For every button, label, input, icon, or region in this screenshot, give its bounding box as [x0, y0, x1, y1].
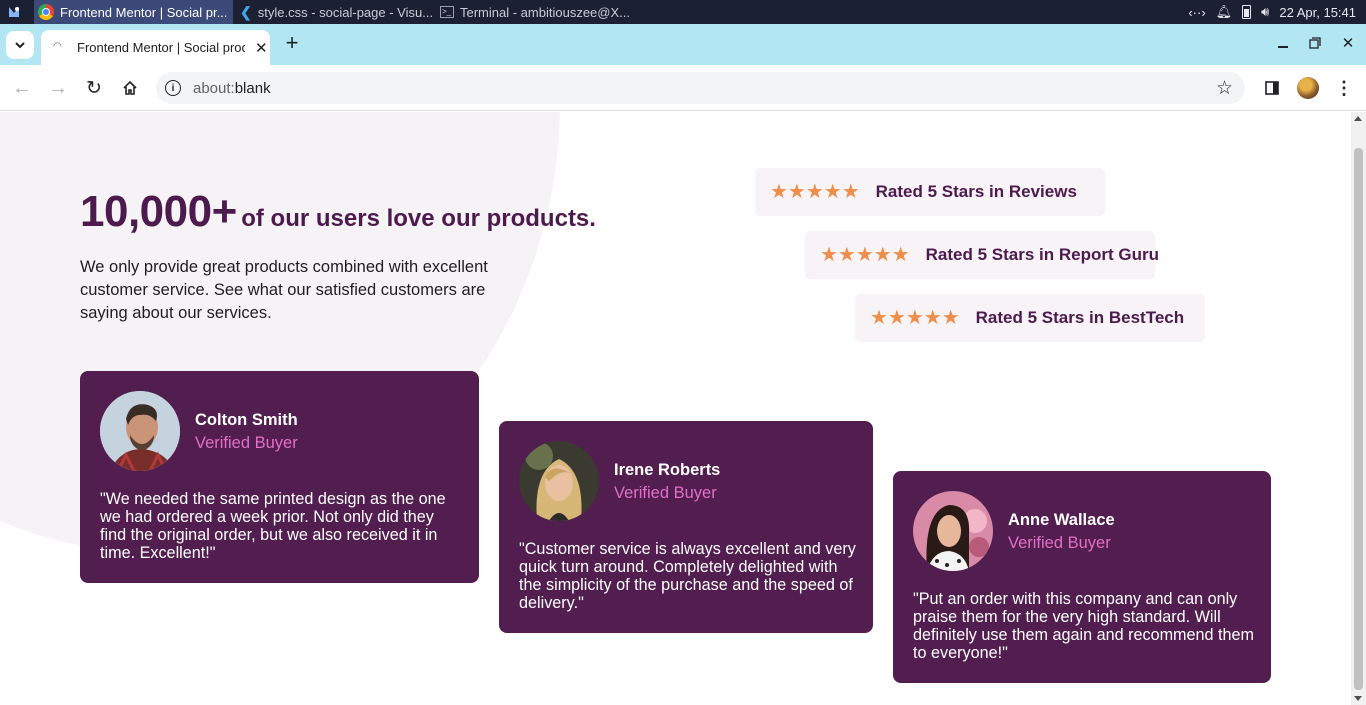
site-info-icon[interactable]: i: [165, 80, 181, 96]
rating-report-guru: ★★★★★ Rated 5 Stars in Report Guru: [805, 231, 1159, 279]
five-stars-icon: ★★★★★: [820, 244, 910, 266]
browser-tab[interactable]: ◠ Frontend Mentor | Social proo ✕: [41, 30, 270, 65]
side-panel-icon[interactable]: [1262, 78, 1282, 98]
new-tab-icon[interactable]: +: [280, 30, 304, 55]
page-title: 10,000+ of our users love our products.: [80, 187, 596, 237]
minimize-icon[interactable]: [1272, 32, 1294, 54]
reload-icon[interactable]: ↻: [82, 76, 106, 100]
scroll-up-arrow-icon[interactable]: [1354, 116, 1362, 121]
page-scrollbar[interactable]: [1351, 112, 1366, 705]
reviewer-name: Irene Roberts: [614, 461, 721, 479]
reviewer-name: Anne Wallace: [1008, 511, 1115, 529]
os-taskbar: Frontend Mentor | Social pr... ❮ style.c…: [0, 0, 1366, 24]
reviewer-name: Colton Smith: [195, 411, 298, 429]
scroll-down-arrow-icon[interactable]: [1354, 696, 1362, 701]
volume-icon[interactable]: 🔊︎: [1261, 4, 1269, 20]
verified-badge: Verified Buyer: [195, 434, 298, 452]
headline-number: 10,000+: [80, 187, 237, 236]
battery-icon[interactable]: [1242, 5, 1252, 19]
taskbar-window-label: style.css - social-page - Visu...: [257, 4, 434, 20]
rating-label: Rated 5 Stars in Reviews: [875, 182, 1077, 201]
menu-kebab-icon[interactable]: ⋮: [1334, 76, 1354, 100]
page-viewport: 10,000+ of our users love our products. …: [0, 112, 1351, 705]
network-icon[interactable]: ‹··›: [1188, 5, 1205, 20]
back-icon[interactable]: ←: [10, 76, 34, 100]
five-stars-icon: ★★★★★: [770, 181, 860, 203]
browser-toolbar: ← → ↻ i about:blank ☆ ⋮: [0, 65, 1366, 111]
notification-bell-icon[interactable]: 🔔︎: [1216, 4, 1233, 20]
testimonial-card-colton: Colton Smith Verified Buyer "We needed t…: [80, 371, 479, 583]
rating-reviews: ★★★★★ Rated 5 Stars in Reviews: [755, 168, 1105, 216]
testimonial-quote: "Put an order with this company and can …: [913, 590, 1255, 662]
testimonial-quote: "Customer service is always excellent an…: [519, 540, 856, 612]
forward-icon[interactable]: →: [46, 76, 70, 100]
avatar: [519, 441, 599, 521]
rating-besttech: ★★★★★ Rated 5 Stars in BestTech: [855, 294, 1205, 342]
app-menu-icon[interactable]: [6, 0, 26, 24]
tab-title: Frontend Mentor | Social proo: [77, 40, 245, 55]
home-icon[interactable]: [118, 76, 142, 100]
rating-label: Rated 5 Stars in BestTech: [975, 308, 1185, 327]
five-stars-icon: ★★★★★: [870, 307, 960, 329]
system-tray: ‹··› 🔔︎ 🔊︎ 22 Apr, 15:41: [1188, 0, 1366, 24]
taskbar-window-label: Frontend Mentor | Social pr...: [60, 4, 228, 20]
restore-icon[interactable]: [1304, 32, 1326, 54]
tab-search-chevron-icon[interactable]: [6, 31, 34, 59]
vscode-icon: ❮: [240, 3, 252, 20]
headline-text: of our users love our products.: [241, 205, 596, 232]
verified-badge: Verified Buyer: [1008, 534, 1111, 552]
testimonial-card-irene: Irene Roberts Verified Buyer "Customer s…: [499, 421, 873, 633]
taskbar-window-chrome[interactable]: Frontend Mentor | Social pr...: [34, 0, 233, 24]
favicon-icon: ◠: [53, 40, 62, 52]
verified-badge: Verified Buyer: [614, 484, 717, 502]
testimonial-card-anne: Anne Wallace Verified Buyer "Put an orde…: [893, 471, 1271, 683]
intro-text: We only provide great products combined …: [80, 258, 488, 322]
taskbar-window-label: Terminal - ambitiouszee@X...: [460, 4, 630, 20]
profile-avatar[interactable]: [1297, 77, 1319, 99]
clock[interactable]: 22 Apr, 15:41: [1279, 5, 1356, 20]
taskbar-window-terminal[interactable]: >_ Terminal - ambitiouszee@X...: [440, 0, 630, 24]
tab-close-icon[interactable]: ✕: [255, 39, 268, 57]
rating-label: Rated 5 Stars in Report Guru: [925, 245, 1159, 264]
close-window-icon[interactable]: ✕: [1337, 32, 1359, 54]
scrollbar-thumb[interactable]: [1354, 148, 1363, 690]
browser-tabstrip: ◠ Frontend Mentor | Social proo ✕ + ✕: [0, 24, 1366, 65]
terminal-icon: >_: [440, 6, 454, 18]
avatar: [100, 391, 180, 471]
taskbar-window-vscode[interactable]: ❮ style.css - social-page - Visu...: [240, 0, 434, 24]
avatar: [913, 491, 993, 571]
url-text: about:blank: [193, 79, 271, 97]
bookmark-star-icon[interactable]: ☆: [1216, 77, 1233, 100]
testimonial-quote: "We needed the same printed design as th…: [100, 490, 446, 562]
address-bar[interactable]: i about:blank ☆: [156, 72, 1245, 104]
chrome-icon: [38, 4, 54, 20]
